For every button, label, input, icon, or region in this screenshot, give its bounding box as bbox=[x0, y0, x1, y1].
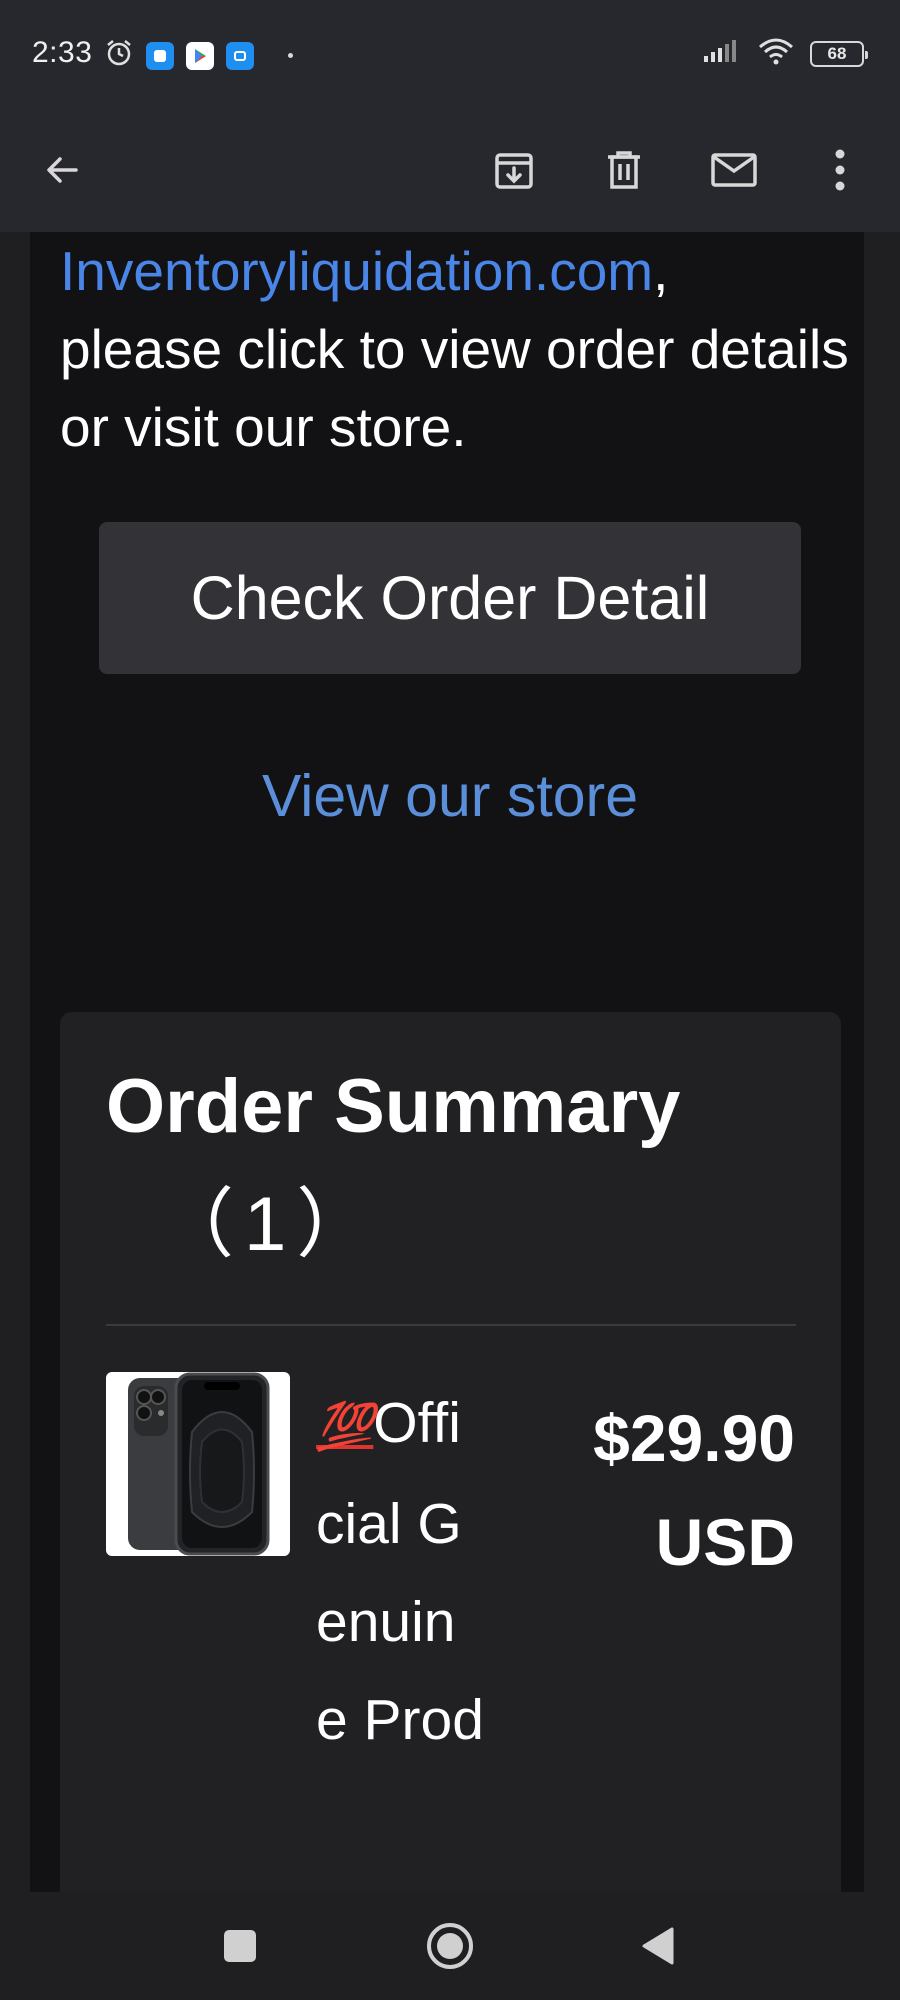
order-summary-title: Order Summary bbox=[106, 1064, 681, 1149]
wifi-icon bbox=[756, 36, 796, 71]
price-currency: USD bbox=[655, 1505, 795, 1579]
back-button[interactable] bbox=[30, 138, 94, 202]
status-time: 2:33 bbox=[32, 36, 93, 69]
archive-icon bbox=[495, 153, 533, 189]
mark-unread-button[interactable] bbox=[702, 138, 766, 202]
battery-level: 68 bbox=[827, 43, 847, 63]
more-options-button[interactable] bbox=[808, 138, 872, 202]
product-price: $29.90 USD bbox=[593, 1386, 795, 1594]
delete-button[interactable] bbox=[592, 138, 656, 202]
mail-icon bbox=[711, 153, 757, 187]
more-notifications-dot bbox=[288, 53, 293, 58]
archive-button[interactable] bbox=[482, 138, 546, 202]
battery-icon: 68 bbox=[810, 40, 868, 67]
app-icon bbox=[226, 41, 254, 70]
store-domain-link[interactable]: Inventoryliquidation.com bbox=[60, 240, 653, 302]
price-amount: $29.90 bbox=[593, 1401, 795, 1475]
navigation-bar bbox=[0, 1892, 900, 2000]
intro-message: please click to view order details or vi… bbox=[60, 318, 849, 458]
status-system-icons: 68 bbox=[702, 36, 868, 71]
delete-icon bbox=[608, 151, 640, 189]
view-store-link: View our store bbox=[0, 762, 900, 830]
product-name[interactable]: 💯Official Genuine Prod bbox=[316, 1374, 486, 1769]
more-vert-icon bbox=[835, 149, 845, 191]
status-notification-icons bbox=[104, 38, 293, 73]
back-triangle-icon bbox=[642, 1927, 674, 1965]
recents-button[interactable] bbox=[208, 1914, 272, 1978]
play-store-icon bbox=[186, 41, 214, 70]
intro-text: Inventoryliquidation.com, please click to… bbox=[60, 232, 850, 466]
recents-square-icon bbox=[224, 1930, 256, 1962]
divider bbox=[106, 1324, 796, 1326]
home-button[interactable] bbox=[418, 1914, 482, 1978]
order-summary-count: （1） bbox=[158, 1182, 383, 1267]
back-arrow-icon bbox=[47, 157, 78, 183]
check-order-detail-button[interactable]: Check Order Detail bbox=[99, 522, 801, 674]
order-summary-card: Order Summary （1） 💯Official Genuine Prod… bbox=[60, 1012, 841, 1892]
alarm-icon bbox=[104, 38, 134, 73]
product-image[interactable] bbox=[106, 1372, 290, 1556]
home-circle-icon bbox=[427, 1923, 473, 1969]
app-bar bbox=[0, 110, 900, 232]
hundred-points-icon: 💯 bbox=[316, 1400, 374, 1452]
back-nav-button[interactable] bbox=[626, 1914, 690, 1978]
view-store-link-text[interactable]: View our store bbox=[262, 763, 638, 829]
email-content[interactable]: Inventoryliquidation.com, please click to… bbox=[0, 232, 900, 1892]
status-bar: 2:33 68 bbox=[0, 0, 900, 110]
app-icon bbox=[146, 41, 174, 70]
signal-icon bbox=[702, 38, 742, 69]
intro-comma: , bbox=[653, 240, 669, 302]
